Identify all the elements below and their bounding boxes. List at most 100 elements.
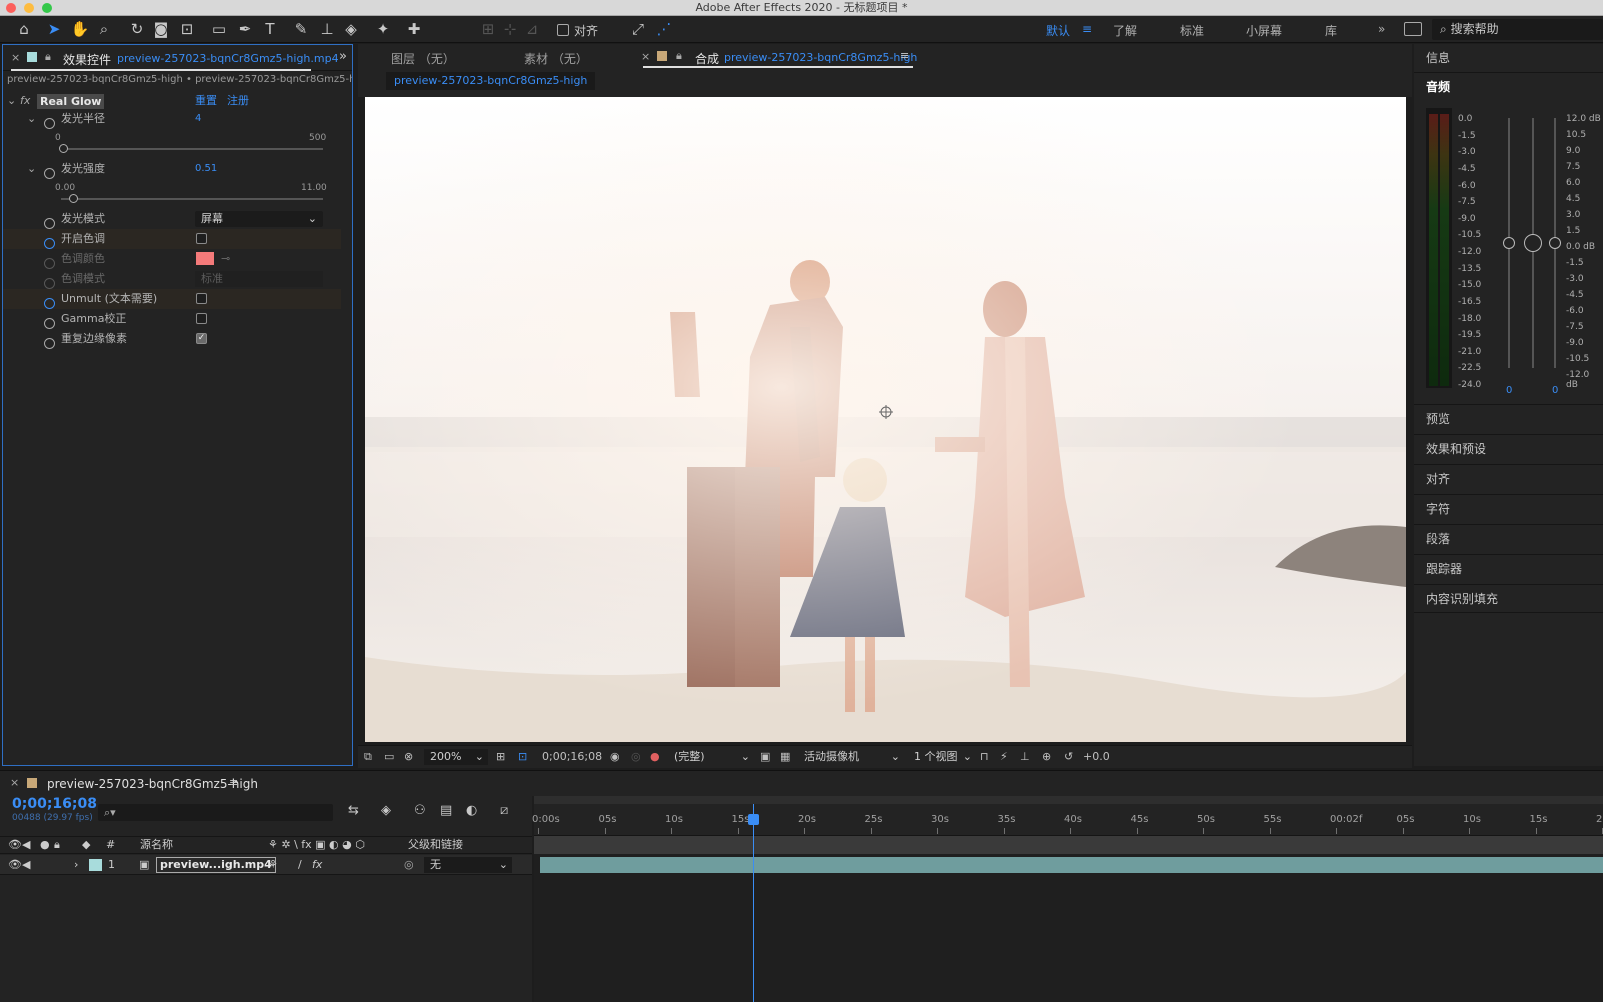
glow-radius-slider-track[interactable] — [61, 148, 323, 150]
audio-toggle-icon[interactable]: ◀︎ — [22, 855, 30, 875]
channel-icon[interactable]: ● — [650, 750, 660, 763]
quality-switch-icon[interactable]: / — [298, 855, 302, 875]
character-panel[interactable]: 字符 — [1414, 494, 1603, 523]
composition-viewer[interactable] — [365, 97, 1406, 742]
expand-arrow-icon[interactable]: ⌄ — [27, 109, 36, 129]
tracker-panel[interactable]: 跟踪器 — [1414, 554, 1603, 583]
gamma-checkbox[interactable] — [196, 313, 207, 324]
enable-tint-checkbox[interactable] — [196, 233, 207, 244]
axis-local-icon[interactable]: ⊞ — [478, 19, 498, 39]
axis-world-icon[interactable]: ⊹ — [500, 19, 520, 39]
camera-tool-icon[interactable]: ◙ — [151, 19, 171, 39]
layer-tab[interactable]: 图层 （无） — [391, 50, 455, 67]
layer-label-color[interactable] — [89, 859, 102, 871]
comp-subtab[interactable]: preview-257023-bqnCr8Gmz5-high — [386, 72, 596, 90]
switches-header[interactable]: ⚘ ✲ \ fx ▣ ◐ ◕ ⬡ — [268, 837, 365, 853]
stopwatch-icon[interactable] — [44, 113, 55, 133]
hand-tool-icon[interactable]: ✋ — [70, 19, 90, 39]
content-aware-fill-panel[interactable]: 内容识别填充 — [1414, 584, 1603, 613]
layer-name[interactable]: preview...igh.mp4 — [156, 857, 276, 873]
snap-checkbox[interactable] — [557, 24, 569, 36]
workspace-toggle-icon[interactable] — [1404, 22, 1422, 36]
close-comp-tab-icon[interactable]: × — [641, 50, 650, 63]
mask-view-icon[interactable]: ⊗ — [404, 750, 413, 763]
footage-tab[interactable]: 素材 （无） — [524, 50, 588, 67]
tint-mode-dropdown[interactable]: 标准 — [195, 271, 323, 287]
workspace-learn[interactable]: 了解 — [1113, 22, 1137, 39]
draft-3d-icon[interactable]: ◈ — [381, 803, 391, 818]
timeline-menu-icon[interactable]: ≡ — [229, 776, 238, 789]
left-level-value[interactable]: 0 — [1506, 385, 1512, 396]
video-column-icon[interactable]: 👁︎ — [8, 837, 22, 853]
workspace-small-screen[interactable]: 小屏幕 — [1246, 22, 1282, 39]
brush-tool-icon[interactable]: ✎ — [291, 19, 311, 39]
effect-controls-file[interactable]: preview-257023-bqnCr8Gmz5-high.mp4 — [117, 52, 339, 65]
close-timeline-tab-icon[interactable]: × — [10, 776, 19, 789]
fast-preview-icon[interactable]: ⚡︎ — [1000, 750, 1008, 763]
flowchart-icon[interactable]: ⊕ — [1042, 750, 1051, 763]
eyedropper-icon[interactable]: ⊸ — [221, 249, 230, 269]
glow-radius-value[interactable]: 4 — [195, 109, 201, 129]
close-window-button[interactable] — [6, 3, 16, 13]
viewer-timecode[interactable]: 0;00;16;08 — [542, 750, 602, 763]
more-workspaces-icon[interactable]: » — [1378, 22, 1385, 36]
glow-mode-dropdown[interactable]: 屏幕 ⌄ — [195, 211, 323, 227]
workspace-libraries[interactable]: 库 — [1325, 22, 1337, 39]
safe-zones-icon[interactable]: ⊞ — [496, 750, 505, 763]
always-preview-icon[interactable]: ⧉ — [364, 750, 372, 764]
shy-layers-icon[interactable]: ⚇ — [414, 803, 426, 818]
work-area-bar[interactable] — [534, 796, 1603, 804]
camera-dropdown[interactable]: 活动摄像机 ⌄ — [800, 749, 904, 765]
playhead-handle[interactable] — [748, 814, 760, 825]
workspace-default[interactable]: 默认 — [1046, 22, 1070, 39]
current-time[interactable]: 0;00;16;08 — [12, 796, 97, 812]
panel-menu-icon[interactable]: » — [339, 49, 347, 64]
roto-brush-icon[interactable]: ✦ — [373, 19, 393, 39]
views-dropdown[interactable]: 1 个视图 ⌄ — [910, 749, 974, 765]
home-icon[interactable]: ⌂ — [14, 19, 34, 39]
playhead[interactable] — [748, 804, 760, 1002]
rotate-tool-icon[interactable]: ↻ — [127, 19, 147, 39]
region-of-interest-icon[interactable]: ▣ — [760, 750, 770, 763]
info-panel-header[interactable]: 信息 — [1414, 44, 1603, 72]
lock-icon[interactable]: 🔒︎ — [676, 49, 682, 63]
stopwatch-icon[interactable] — [44, 333, 55, 353]
stamp-tool-icon[interactable]: ⊥ — [317, 19, 337, 39]
parent-dropdown[interactable]: 无 ⌄ — [424, 857, 512, 873]
expand-arrow-icon[interactable]: ⌄ — [27, 159, 36, 179]
zoom-window-button[interactable] — [42, 3, 52, 13]
graph-editor-icon[interactable]: ⧄ — [500, 803, 508, 818]
repeat-edge-checkbox[interactable]: ✓ — [196, 333, 207, 344]
unmult-checkbox[interactable] — [196, 293, 207, 304]
audio-panel-header[interactable]: 音频 — [1414, 72, 1603, 101]
glow-intensity-value[interactable]: 0.51 — [195, 159, 217, 179]
timeline-search-input[interactable]: ⌕▾ — [98, 804, 333, 821]
lock-column-icon[interactable]: 🔒︎ — [54, 837, 60, 853]
toggle-transparency-icon[interactable]: ▦ — [780, 750, 790, 763]
effect-controls-tab[interactable]: 效果控件 — [63, 51, 111, 68]
toggle-pixel-aspect-icon[interactable]: ⊓ — [980, 750, 989, 763]
shy-switch-icon[interactable]: ⚘ — [268, 855, 278, 875]
timeline-track-area[interactable]: 0:00s 05s 10s 15s 20s 25s 30s 35s 40s 45s 50s 55s 00… — [532, 796, 1603, 1002]
comp-tab-label[interactable]: 合成 — [695, 50, 719, 67]
selection-tool-icon[interactable]: ➤ — [44, 19, 64, 39]
zoom-tool-icon[interactable]: ⌕ — [94, 19, 114, 39]
glow-intensity-slider-handle[interactable] — [69, 194, 79, 203]
comp-tab-name[interactable]: preview-257023-bqnCr8Gmz5-high — [724, 51, 917, 64]
collapse-arrow-icon[interactable]: ⌄ — [7, 91, 16, 111]
snap-options-icon[interactable]: ⤢ — [628, 19, 648, 39]
workspace-standard[interactable]: 标准 — [1180, 22, 1204, 39]
right-level-value[interactable]: 0 — [1552, 385, 1558, 396]
fx-icon[interactable]: fx — [20, 91, 30, 111]
reset-exposure-icon[interactable]: ↺ — [1064, 750, 1073, 763]
rectangle-tool-icon[interactable]: ▭ — [209, 19, 229, 39]
glow-intensity-slider-track[interactable] — [61, 198, 323, 200]
tint-color-swatch[interactable] — [196, 252, 214, 265]
puppet-tool-icon[interactable]: ✚ — [404, 19, 424, 39]
show-snapshot-icon[interactable]: ◎ — [631, 750, 641, 763]
effects-switch-icon[interactable]: fx — [312, 855, 322, 875]
glow-radius-slider-handle[interactable] — [59, 144, 69, 153]
reset-link[interactable]: 重置 — [195, 91, 217, 111]
expand-layer-icon[interactable]: › — [74, 855, 78, 875]
monitor-icon[interactable]: ▭ — [384, 750, 394, 763]
